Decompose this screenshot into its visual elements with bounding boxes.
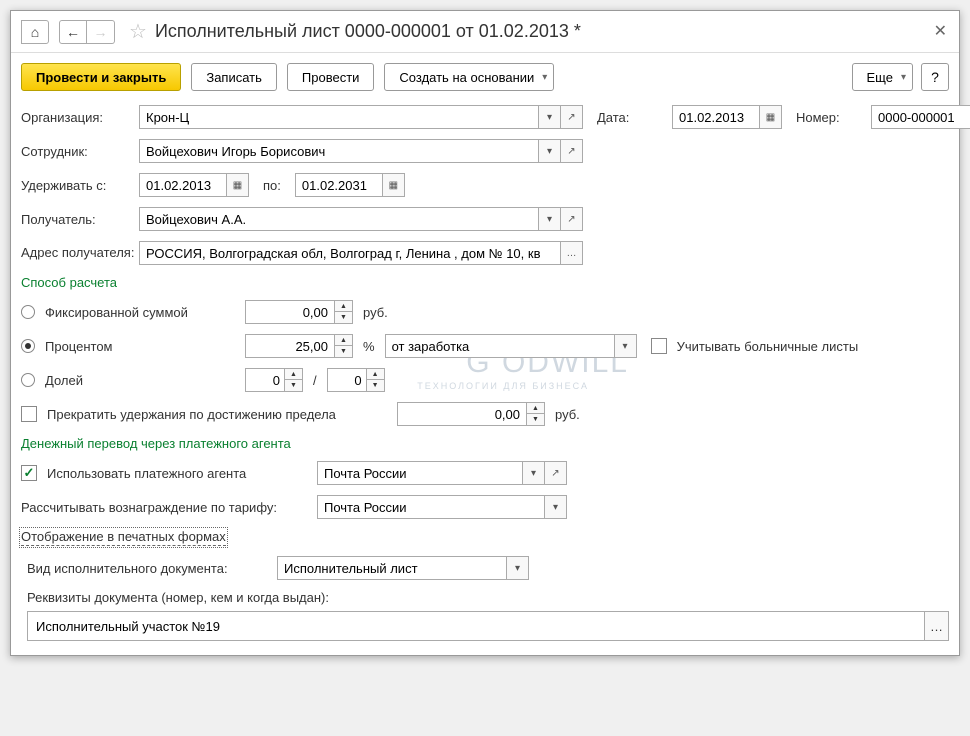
print-section-link[interactable]: Отображение в печатных формах (21, 529, 226, 546)
spin-up-icon[interactable]: ▲ (527, 402, 545, 414)
to-label: по: (263, 178, 281, 193)
number-input[interactable] (871, 105, 970, 129)
spin-down-icon[interactable]: ▼ (335, 346, 353, 358)
frac-den-input[interactable] (327, 368, 367, 392)
slash: / (313, 373, 317, 388)
calendar-icon[interactable]: ▦ (383, 173, 405, 197)
base-input[interactable] (385, 334, 615, 358)
details-label: Реквизиты документа (номер, кем и когда … (27, 590, 329, 605)
close-icon[interactable]: ✕ (934, 21, 947, 41)
radio-fixed[interactable] (21, 305, 35, 319)
favorite-icon[interactable]: ☆ (129, 19, 147, 44)
radio-fraction[interactable] (21, 373, 35, 387)
stop-limit-checkbox[interactable] (21, 406, 37, 422)
percent-input[interactable] (245, 334, 335, 358)
home-button[interactable]: ⌂ (21, 20, 49, 44)
doc-type-input[interactable] (277, 556, 507, 580)
submit-close-button[interactable]: Провести и закрыть (21, 63, 181, 91)
open-icon[interactable]: ↗ (561, 105, 583, 129)
dropdown-icon[interactable]: ▾ (545, 495, 567, 519)
dropdown-icon[interactable]: ▾ (615, 334, 637, 358)
date-input[interactable] (672, 105, 760, 129)
forward-button: → (87, 20, 115, 44)
pct-label: % (363, 339, 375, 354)
employee-label: Сотрудник: (21, 144, 139, 159)
address-label: Адрес получателя: (21, 245, 139, 262)
spin-down-icon[interactable]: ▼ (335, 312, 353, 324)
employee-input[interactable] (139, 139, 539, 163)
ellipsis-icon[interactable]: … (561, 241, 583, 265)
rub-label: руб. (363, 305, 388, 320)
dropdown-icon[interactable]: ▾ (507, 556, 529, 580)
sick-leave-label: Учитывать больничные листы (677, 339, 859, 354)
limit-input[interactable] (397, 402, 527, 426)
dropdown-icon[interactable]: ▾ (539, 105, 561, 129)
radio-percent-label: Процентом (45, 339, 245, 354)
radio-percent[interactable] (21, 339, 35, 353)
recipient-label: Получатель: (21, 212, 139, 227)
details-input[interactable] (27, 611, 925, 641)
tariff-input[interactable] (317, 495, 545, 519)
help-button[interactable]: ? (921, 63, 949, 91)
transfer-section-title: Денежный перевод через платежного агента (21, 436, 949, 451)
spin-down-icon[interactable]: ▼ (285, 380, 303, 392)
radio-fixed-label: Фиксированной суммой (45, 305, 245, 320)
recipient-input[interactable] (139, 207, 539, 231)
withhold-from-label: Удерживать с: (21, 178, 139, 193)
spin-down-icon[interactable]: ▼ (367, 380, 385, 392)
frac-num-input[interactable] (245, 368, 285, 392)
address-input[interactable] (139, 241, 561, 265)
calendar-icon[interactable]: ▦ (760, 105, 782, 129)
window-title: Исполнительный лист 0000-000001 от 01.02… (155, 21, 581, 42)
create-based-button[interactable]: Создать на основании (384, 63, 554, 91)
use-agent-label: Использовать платежного агента (47, 466, 317, 481)
stop-limit-label: Прекратить удержания по достижению преде… (47, 407, 397, 422)
org-input[interactable] (139, 105, 539, 129)
dropdown-icon[interactable]: ▾ (523, 461, 545, 485)
date-label: Дата: (597, 110, 672, 125)
spin-up-icon[interactable]: ▲ (367, 368, 385, 380)
rub-label2: руб. (555, 407, 580, 422)
spin-up-icon[interactable]: ▲ (285, 368, 303, 380)
radio-fraction-label: Долей (45, 373, 245, 388)
calc-section-title: Способ расчета (21, 275, 949, 290)
save-button[interactable]: Записать (191, 63, 277, 91)
spin-up-icon[interactable]: ▲ (335, 300, 353, 312)
spin-up-icon[interactable]: ▲ (335, 334, 353, 346)
submit-button[interactable]: Провести (287, 63, 375, 91)
more-button[interactable]: Еще (852, 63, 913, 91)
number-label: Номер: (796, 110, 871, 125)
agent-input[interactable] (317, 461, 523, 485)
tariff-label: Рассчитывать вознаграждение по тарифу: (21, 500, 317, 515)
open-icon[interactable]: ↗ (545, 461, 567, 485)
back-button[interactable]: ← (59, 20, 87, 44)
dropdown-icon[interactable]: ▾ (539, 207, 561, 231)
withhold-to-input[interactable] (295, 173, 383, 197)
open-icon[interactable]: ↗ (561, 207, 583, 231)
fixed-amount-input[interactable] (245, 300, 335, 324)
ellipsis-icon[interactable]: … (925, 611, 949, 641)
use-agent-checkbox[interactable] (21, 465, 37, 481)
doc-type-label: Вид исполнительного документа: (27, 561, 277, 576)
sick-leave-checkbox[interactable] (651, 338, 667, 354)
open-icon[interactable]: ↗ (561, 139, 583, 163)
withhold-from-input[interactable] (139, 173, 227, 197)
calendar-icon[interactable]: ▦ (227, 173, 249, 197)
dropdown-icon[interactable]: ▾ (539, 139, 561, 163)
spin-down-icon[interactable]: ▼ (527, 414, 545, 426)
org-label: Организация: (21, 110, 139, 125)
